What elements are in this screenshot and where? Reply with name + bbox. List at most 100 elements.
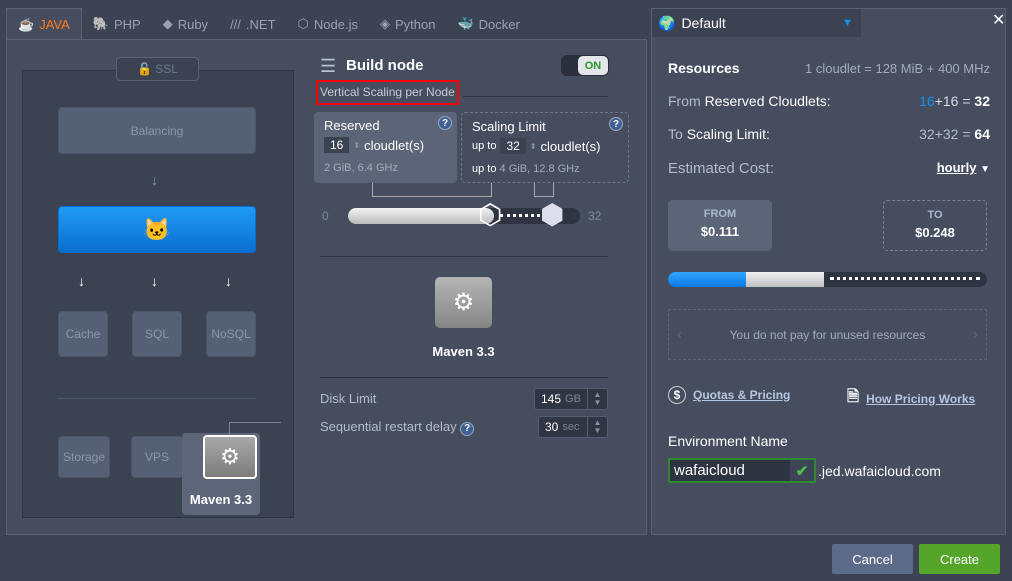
label: How Pricing Works	[866, 391, 976, 406]
help-icon[interactable]: ?	[438, 116, 452, 130]
slider-fill	[348, 208, 494, 224]
restart-delay-input[interactable]: 30 sec ▲ ▼	[538, 416, 608, 438]
php-icon: 🐘	[92, 16, 109, 31]
gear-icon: ⚙	[435, 277, 492, 328]
total: 32	[974, 93, 990, 109]
arrow-down-icon: ↓	[151, 172, 158, 188]
chevron-right-icon[interactable]: ›	[973, 326, 978, 344]
nosql-node[interactable]: NoSQL	[206, 311, 256, 357]
prefix-label: up to	[472, 140, 497, 152]
sql-node[interactable]: SQL	[132, 311, 182, 357]
arrow-down-icon: ↓	[78, 273, 85, 289]
price: $0.248	[915, 225, 955, 240]
slider-max: 32	[588, 209, 602, 223]
a: 16	[919, 93, 935, 109]
dollar-icon: $	[668, 386, 686, 404]
tab-java[interactable]: ☕ JAVA	[6, 8, 82, 40]
node-title: Build node	[346, 57, 424, 74]
chevron-down-icon: ▼	[842, 17, 853, 29]
tab-python[interactable]: ◈ Python	[369, 8, 446, 40]
divider	[58, 398, 256, 399]
gear-icon: ⚙	[220, 444, 240, 469]
reserved-box: Reserved ? 16 ⬍ cloudlet(s) 2 GiB, 6.4 GHz	[314, 112, 457, 183]
cost-label: Estimated Cost:	[668, 160, 774, 177]
lock-icon: 🔓	[137, 62, 156, 76]
connector-line	[372, 183, 492, 197]
tab-php[interactable]: 🐘 PHP	[82, 8, 152, 40]
cost-to-box: TO $0.248	[883, 200, 987, 251]
help-icon[interactable]: ?	[460, 421, 475, 436]
globe-icon: 🌍	[658, 14, 676, 31]
stepper-icon[interactable]: ▲ ▼	[587, 417, 607, 437]
env-name-input[interactable]: wafaicloud ✔	[668, 458, 816, 483]
storage-node[interactable]: Storage	[58, 436, 110, 478]
tomcat-icon: 🐱	[143, 216, 171, 242]
to-row-label: To Scaling Limit:	[668, 126, 770, 142]
tab-ruby[interactable]: ◆ Ruby	[152, 8, 219, 40]
limit-info: 4 GiB, 12.8 GHz	[499, 163, 580, 175]
quotas-link[interactable]: $ Quotas & Pricing	[668, 386, 790, 404]
env-domain: .jed.wafaicloud.com	[818, 463, 941, 479]
balancing-node[interactable]: Balancing	[58, 107, 256, 154]
cost-from-box: FROM $0.111	[668, 200, 772, 251]
connector-line	[534, 183, 554, 197]
disk-limit-input[interactable]: 145 GB ▲ ▼	[534, 388, 608, 410]
divider	[320, 256, 608, 257]
node-toggle[interactable]: ON	[561, 55, 609, 76]
cache-node[interactable]: Cache	[58, 311, 108, 357]
create-button[interactable]: Create	[919, 544, 1000, 574]
from-row-value: 16+16 = 32	[919, 93, 990, 109]
region-label: Default	[681, 15, 726, 31]
period-dropdown[interactable]: hourly ▼	[937, 160, 990, 175]
stepper-icon[interactable]: ▲ ▼	[587, 389, 607, 409]
reserved-input[interactable]: 16	[324, 137, 350, 153]
tab-dotnet[interactable]: ///.NET	[219, 8, 286, 40]
unit: sec	[562, 421, 580, 433]
chevron-left-icon[interactable]: ‹	[677, 326, 682, 344]
limit-title: Scaling Limit	[472, 119, 546, 134]
cap: FROM	[703, 208, 737, 220]
maven-node[interactable]: ⚙	[203, 435, 257, 479]
env-name-label: Environment Name	[668, 433, 788, 449]
app-server-node[interactable]: 🐱	[58, 206, 256, 253]
dotnet-icon: ///	[230, 16, 241, 32]
reserved-handle[interactable]: ⬡	[478, 201, 502, 229]
arrow-down-icon: ↓	[225, 273, 232, 289]
selected-node-label: Maven 3.3	[189, 492, 253, 507]
limit-input[interactable]: 32	[500, 138, 526, 154]
tab-docker[interactable]: 🐳 Docker	[446, 8, 530, 40]
limit-handle[interactable]: ⬢	[540, 201, 564, 229]
unit-label: cloudlet(s)	[540, 138, 601, 154]
ruby-icon: ◆	[162, 16, 173, 31]
label: Sequential restart delay	[320, 419, 457, 434]
how-pricing-link[interactable]: 🗎 How Pricing Works	[847, 386, 975, 411]
b: 32	[942, 126, 959, 142]
divider	[463, 96, 608, 97]
tab-nodejs[interactable]: ⬡ Node.js	[287, 8, 369, 40]
label: Scaling Limit:	[686, 126, 770, 142]
node-name: Maven 3.3	[432, 344, 495, 359]
chevron-down-icon: ▼	[980, 164, 990, 175]
stepper-icon[interactable]: ⬍	[353, 141, 360, 150]
label: Quotas & Pricing	[693, 388, 791, 402]
ssl-button[interactable]: 🔓 SSL	[116, 57, 199, 81]
nodejs-icon: ⬡	[297, 16, 309, 31]
value: wafaicloud	[674, 462, 745, 479]
check-icon: ✔	[790, 460, 814, 481]
stepper-icon[interactable]: ⬍	[530, 142, 537, 151]
vps-node[interactable]: VPS	[131, 436, 183, 478]
restart-delay-label: Sequential restart delay ?	[320, 419, 475, 436]
value: 145	[541, 392, 562, 406]
cost-bar-dots	[830, 277, 980, 280]
region-select[interactable]: 🌍 Default ▼	[652, 9, 861, 37]
close-icon[interactable]: ✕	[992, 10, 1005, 30]
help-icon[interactable]: ?	[609, 117, 623, 131]
cancel-button[interactable]: Cancel	[832, 544, 913, 574]
total: 64	[974, 126, 990, 142]
prefix-label: up to	[472, 163, 497, 175]
value: 30	[545, 420, 559, 434]
arrow-down-icon: ↓	[151, 273, 158, 289]
cap: TO	[927, 209, 943, 221]
cost-bar-used	[746, 272, 824, 287]
java-icon: ☕	[18, 16, 35, 32]
